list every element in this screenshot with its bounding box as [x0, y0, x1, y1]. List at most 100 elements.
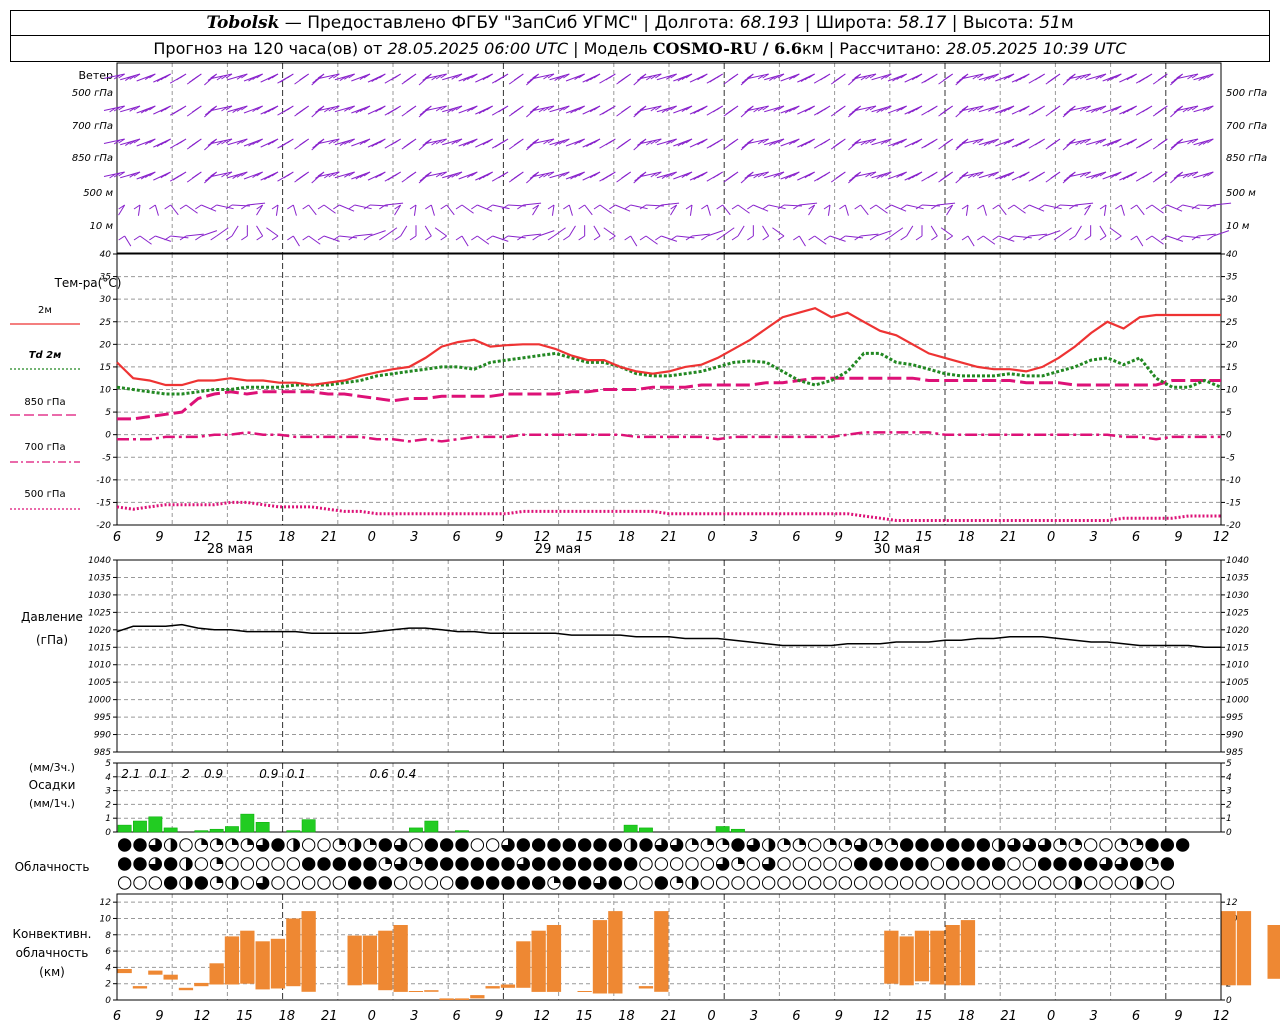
cloud-cover-icon [777, 857, 791, 871]
y-tick-label-left: 0 [105, 996, 111, 1006]
wind-barb-staff [827, 204, 831, 216]
wind-barb-staff [615, 204, 631, 212]
cloud-cover-icon [639, 838, 653, 852]
wind-barb [260, 105, 279, 115]
cloud-cover-icon [1129, 857, 1144, 871]
cloud-cover-icon [194, 838, 209, 852]
wind-barb-flag [133, 235, 141, 241]
y-tick-label-left: 20 [100, 340, 112, 350]
wind-barb [195, 204, 217, 212]
wind-barb-flag [526, 143, 534, 149]
cloud-circle [639, 876, 653, 890]
wind-barb [848, 138, 861, 151]
wind-barb-flag [118, 235, 125, 241]
x-tick-label: 6 [113, 530, 121, 545]
cloud-cover-icon [393, 857, 408, 871]
cloud-cover-icon [853, 876, 868, 890]
y-tick-label-left: 1040 [88, 556, 111, 566]
wind-barb-flag [1130, 235, 1137, 241]
cloud-cover-icon [884, 876, 899, 890]
cloud-cover-icon [593, 838, 607, 852]
y-tick-label-left: 1005 [88, 678, 111, 688]
wind-barb-flag [1034, 140, 1042, 146]
wind-barb [311, 105, 325, 118]
cloud-cover-icon [945, 876, 960, 890]
wind-barb [1119, 138, 1137, 148]
y-tick-label-right: 35 [1226, 273, 1238, 283]
wind-barb [508, 171, 524, 183]
cloud-fill [354, 838, 361, 852]
wind-barb-flag [513, 140, 521, 146]
wind-barb-flag [1157, 75, 1165, 81]
cloud-fill [639, 838, 653, 852]
conv-bar [270, 938, 286, 989]
cloud-fill [216, 876, 223, 883]
wind-barb-flag [835, 173, 843, 179]
wind-barb [440, 204, 455, 216]
cloud-circle [991, 876, 1006, 890]
cloud-cover-icon [240, 876, 255, 890]
wind-barb-flag [940, 176, 947, 181]
cloud-cover-icon [255, 838, 270, 852]
x-tick-label: 9 [155, 1009, 163, 1024]
wind-barb-staff [1213, 202, 1232, 206]
wind-barb-flag [1176, 235, 1183, 241]
x-tick-label: 18 [279, 1009, 296, 1024]
wind-barb [153, 105, 171, 115]
wind-barb [204, 105, 217, 118]
conv-bar [1221, 911, 1236, 986]
wind-barb-staff [461, 235, 469, 247]
wind-barb-flag [149, 204, 156, 210]
wind-barb-flag [701, 235, 708, 241]
wind-barb [938, 138, 953, 150]
wind-barb-flag [191, 107, 199, 113]
cloud-fill [363, 876, 377, 890]
wind-barb-flag [317, 235, 325, 241]
wind-barb-flag [471, 235, 478, 241]
cloud-cover-icon [746, 857, 761, 871]
wind-barb-flag [832, 143, 840, 148]
cloud-cover-icon [777, 876, 791, 890]
cloud-circle [685, 857, 699, 871]
wind-barb [153, 73, 171, 83]
cloud-fill [961, 857, 975, 871]
wind-barb-flag [956, 143, 963, 149]
wind-barb [689, 171, 708, 181]
wind-barb [995, 73, 1015, 82]
wind-barb [689, 138, 708, 148]
wind-barb-flag [425, 235, 432, 241]
wind-barb-flag [992, 204, 999, 210]
wind-level-label-right: 500 м [1226, 188, 1256, 199]
legend-label: Td 2м [29, 350, 62, 361]
conv-bar [209, 963, 224, 985]
cloud-fill [722, 838, 729, 845]
cloud-cover-icon [194, 876, 209, 890]
wind-barb [455, 204, 474, 214]
cloud-cover-icon [915, 876, 929, 890]
wind-barb [256, 225, 264, 241]
wind-barb [351, 138, 371, 147]
cloud-cover-icon [271, 857, 285, 871]
wind-barb [582, 105, 601, 115]
cloud-circle [1083, 838, 1098, 852]
conv-bar [884, 930, 899, 984]
y-tick-label-left: 10 [100, 914, 112, 924]
x-tick-label: 6 [453, 530, 461, 545]
wind-barb [904, 73, 923, 83]
x-tick-label: 3 [1089, 1009, 1097, 1024]
cloud-cover-icon [1160, 876, 1175, 890]
y-tick-label-left: 1025 [88, 608, 111, 618]
cloud-fill [1136, 876, 1143, 890]
conv-bar [960, 920, 976, 986]
cloud-fill [271, 838, 285, 852]
cloud-circle [117, 876, 132, 890]
wind-barb-flag [440, 204, 447, 210]
wind-barb [731, 204, 750, 214]
cloud-cover-icon [470, 838, 485, 852]
wind-barb [808, 235, 827, 245]
cloud-fill [768, 838, 775, 852]
cloud-cover-icon [731, 857, 745, 871]
cloud-cover-icon [1099, 857, 1113, 871]
wind-barb [424, 225, 432, 241]
cloud-cover-icon [715, 857, 730, 871]
